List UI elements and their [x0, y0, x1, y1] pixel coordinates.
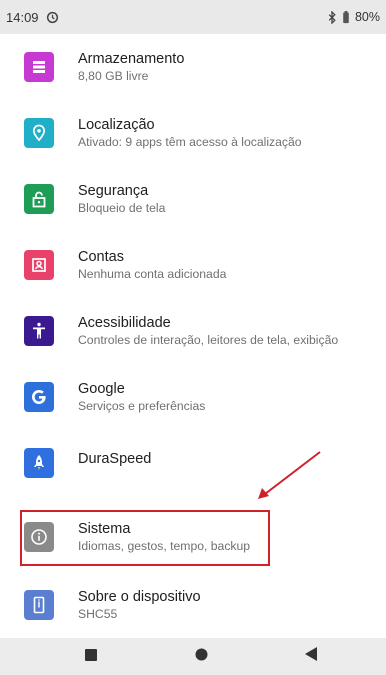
recents-button[interactable]: [76, 638, 106, 675]
recents-icon: [85, 648, 97, 666]
home-button[interactable]: [186, 638, 216, 675]
navigation-bar: [0, 638, 386, 675]
back-icon: [304, 647, 318, 666]
home-icon: [195, 648, 208, 666]
back-button[interactable]: [296, 638, 326, 675]
settings-screen: 14:09 80% Armazenamento 8,80 GB livre Lo…: [0, 0, 386, 675]
annotation-arrow-icon: [258, 451, 321, 499]
